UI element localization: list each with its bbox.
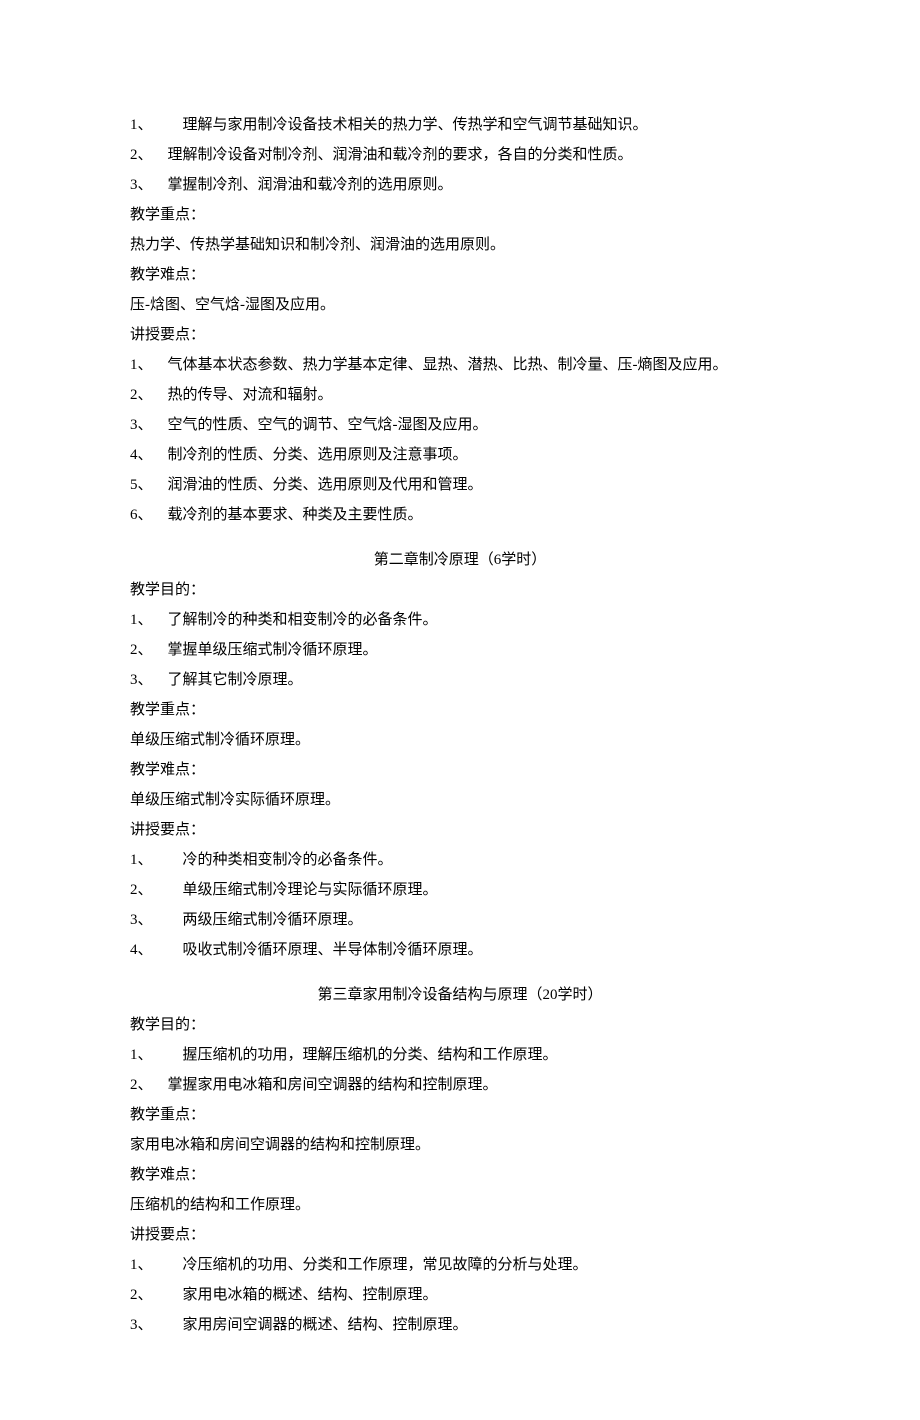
item-text: 理解制冷设备对制冷剂、润滑油和载冷剂的要求，各自的分类和性质。 [168,147,633,163]
item-text: 吸收式制冷循环原理、半导体制冷循环原理。 [183,942,483,958]
list-item: 1、冷压缩机的功用、分类和工作原理，常见故障的分析与处理。 [130,1250,790,1280]
item-text: 了解其它制冷原理。 [168,672,303,688]
item-number: 3、 [130,170,168,200]
chapter-3-block: 教学目的： 1、握压缩机的功用，理解压缩机的分类、结构和工作原理。 2、掌握家用… [130,1010,790,1340]
item-number: 2、 [130,635,168,665]
item-text: 单级压缩式制冷理论与实际循环原理。 [183,882,438,898]
list-item: 2、家用电冰箱的概述、结构、控制原理。 [130,1280,790,1310]
focus-label: 教学重点： [130,200,790,230]
list-item: 3、两级压缩式制冷循环原理。 [130,905,790,935]
list-item: 3、空气的性质、空气的调节、空气焓-湿图及应用。 [130,410,790,440]
item-number: 1、 [130,110,183,140]
focus-text: 家用电冰箱和房间空调器的结构和控制原理。 [130,1130,790,1160]
difficulty-text: 单级压缩式制冷实际循环原理。 [130,785,790,815]
item-text: 掌握家用电冰箱和房间空调器的结构和控制原理。 [168,1077,498,1093]
focus-label: 教学重点： [130,1100,790,1130]
list-item: 2、掌握家用电冰箱和房间空调器的结构和控制原理。 [130,1070,790,1100]
item-number: 3、 [130,410,168,440]
chapter-1-block: 1、理解与家用制冷设备技术相关的热力学、传热学和空气调节基础知识。 2、理解制冷… [130,110,790,530]
item-text: 制冷剂的性质、分类、选用原则及注意事项。 [168,447,468,463]
list-item: 1、握压缩机的功用，理解压缩机的分类、结构和工作原理。 [130,1040,790,1070]
item-number: 2、 [130,380,168,410]
item-text: 掌握制冷剂、润滑油和载冷剂的选用原则。 [168,177,453,193]
item-text: 两级压缩式制冷循环原理。 [183,912,363,928]
difficulty-label: 教学难点： [130,1160,790,1190]
item-text: 空气的性质、空气的调节、空气焓-湿图及应用。 [168,417,488,433]
item-number: 1、 [130,350,168,380]
list-item: 4、吸收式制冷循环原理、半导体制冷循环原理。 [130,935,790,965]
chapter-2-block: 教学目的： 1、了解制冷的种类和相变制冷的必备条件。 2、掌握单级压缩式制冷循环… [130,575,790,965]
list-item: 3、家用房间空调器的概述、结构、控制原理。 [130,1310,790,1340]
points-label: 讲授要点： [130,1220,790,1250]
list-item: 1、理解与家用制冷设备技术相关的热力学、传热学和空气调节基础知识。 [130,110,790,140]
difficulty-label: 教学难点： [130,755,790,785]
list-item: 1、气体基本状态参数、热力学基本定律、显热、潜热、比热、制冷量、压-熵图及应用。 [130,350,790,380]
item-text: 掌握单级压缩式制冷循环原理。 [168,642,378,658]
item-text: 了解制冷的种类和相变制冷的必备条件。 [168,612,438,628]
item-number: 1、 [130,1250,183,1280]
list-item: 2、单级压缩式制冷理论与实际循环原理。 [130,875,790,905]
item-text: 冷压缩机的功用、分类和工作原理，常见故障的分析与处理。 [183,1257,588,1273]
chapter-3-title: 第三章家用制冷设备结构与原理（20学时） [130,980,790,1010]
focus-label: 教学重点： [130,695,790,725]
item-number: 3、 [130,1310,183,1340]
list-item: 2、热的传导、对流和辐射。 [130,380,790,410]
points-label: 讲授要点： [130,320,790,350]
item-text: 冷的种类相变制冷的必备条件。 [183,852,393,868]
chapter-2-title: 第二章制冷原理（6学时） [130,545,790,575]
item-number: 5、 [130,470,168,500]
list-item: 6、载冷剂的基本要求、种类及主要性质。 [130,500,790,530]
focus-text: 单级压缩式制冷循环原理。 [130,725,790,755]
purpose-label: 教学目的： [130,1010,790,1040]
difficulty-text: 压-焓图、空气焓-湿图及应用。 [130,290,790,320]
item-text: 热的传导、对流和辐射。 [168,387,333,403]
item-number: 2、 [130,1070,168,1100]
difficulty-text: 压缩机的结构和工作原理。 [130,1190,790,1220]
item-number: 4、 [130,440,168,470]
list-item: 2、理解制冷设备对制冷剂、润滑油和载冷剂的要求，各自的分类和性质。 [130,140,790,170]
list-item: 3、掌握制冷剂、润滑油和载冷剂的选用原则。 [130,170,790,200]
item-number: 6、 [130,500,168,530]
item-text: 气体基本状态参数、热力学基本定律、显热、潜热、比热、制冷量、压-熵图及应用。 [168,357,728,373]
item-number: 3、 [130,905,183,935]
item-text: 润滑油的性质、分类、选用原则及代用和管理。 [168,477,483,493]
item-number: 1、 [130,1040,183,1070]
item-number: 2、 [130,875,183,905]
list-item: 5、润滑油的性质、分类、选用原则及代用和管理。 [130,470,790,500]
list-item: 1、了解制冷的种类和相变制冷的必备条件。 [130,605,790,635]
item-text: 载冷剂的基本要求、种类及主要性质。 [168,507,423,523]
list-item: 3、了解其它制冷原理。 [130,665,790,695]
points-label: 讲授要点： [130,815,790,845]
list-item: 2、掌握单级压缩式制冷循环原理。 [130,635,790,665]
difficulty-label: 教学难点： [130,260,790,290]
item-number: 2、 [130,1280,183,1310]
item-number: 1、 [130,845,183,875]
purpose-label: 教学目的： [130,575,790,605]
item-number: 3、 [130,665,168,695]
item-text: 理解与家用制冷设备技术相关的热力学、传热学和空气调节基础知识。 [183,117,648,133]
item-text: 家用房间空调器的概述、结构、控制原理。 [183,1317,468,1333]
item-text: 握压缩机的功用，理解压缩机的分类、结构和工作原理。 [183,1047,558,1063]
list-item: 1、冷的种类相变制冷的必备条件。 [130,845,790,875]
list-item: 4、制冷剂的性质、分类、选用原则及注意事项。 [130,440,790,470]
item-number: 4、 [130,935,183,965]
item-number: 1、 [130,605,168,635]
item-number: 2、 [130,140,168,170]
focus-text: 热力学、传热学基础知识和制冷剂、润滑油的选用原则。 [130,230,790,260]
